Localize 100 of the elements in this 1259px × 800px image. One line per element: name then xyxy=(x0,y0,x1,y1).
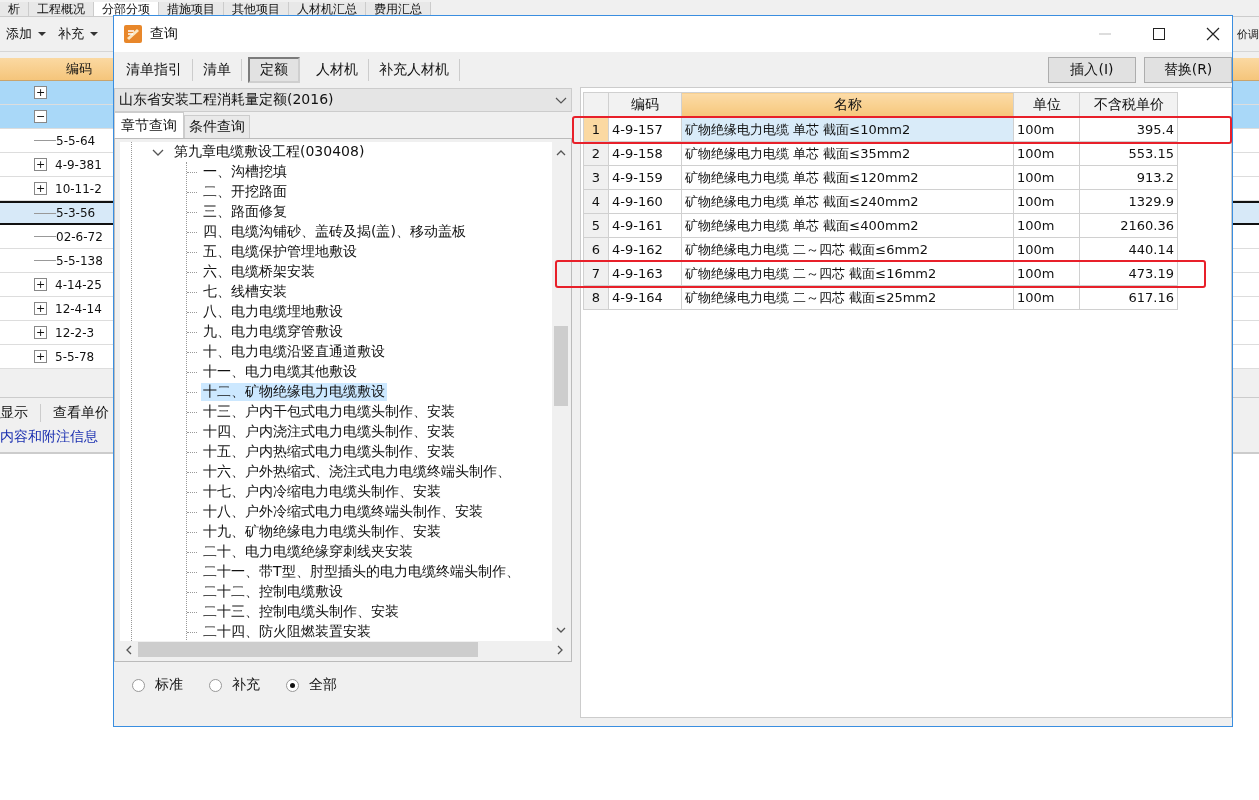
name-text: 矿物绝缘电力电缆 单芯 截面≤10mm2 xyxy=(685,121,911,137)
close-icon[interactable] xyxy=(1206,27,1220,41)
tab[interactable]: 清单指引 xyxy=(116,59,193,81)
library-dropdown[interactable]: 山东省安装工程消耗量定额(2016) xyxy=(114,88,572,112)
tree-node[interactable]: 六、电缆桥架安装 xyxy=(201,263,317,281)
row-number: 7 xyxy=(583,261,609,286)
scroll-thumb[interactable] xyxy=(553,326,568,406)
column-header[interactable]: 不含税单价 xyxy=(1079,92,1178,118)
info-link[interactable]: 内容和附注信息 xyxy=(0,428,98,444)
tree-node[interactable]: 十九、矿物绝缘电力电缆头制作、安装 xyxy=(201,523,443,541)
chevron-left-icon[interactable] xyxy=(126,644,132,655)
radio-option[interactable]: 全部 xyxy=(286,676,337,694)
table-cell: 553.15 xyxy=(1079,141,1178,166)
tree-node[interactable]: 十八、户外冷缩式电力电缆终端头制作、安装 xyxy=(201,503,485,521)
tab[interactable]: 补充人材机 xyxy=(369,59,460,81)
radio-button[interactable] xyxy=(132,678,145,692)
tree-node[interactable]: 九、电力电缆穿管敷设 xyxy=(201,323,345,341)
toolbar-dropdown-button[interactable]: 补充 xyxy=(58,25,98,43)
code-cell: 5-5-138 xyxy=(56,253,103,268)
tree-node[interactable]: 三、路面修复 xyxy=(201,203,289,221)
tree-connector-line xyxy=(34,212,56,214)
code-cell: 5-3-56 xyxy=(56,206,96,220)
expand-toggle[interactable]: + xyxy=(34,302,47,315)
toolbar-button[interactable]: 显示 xyxy=(0,404,41,422)
tree-node[interactable]: 二十二、控制电缆敷设 xyxy=(201,583,345,601)
action-button[interactable]: 插入(I) xyxy=(1048,57,1136,83)
tab[interactable]: 人材机 xyxy=(306,59,369,81)
expand-toggle[interactable]: + xyxy=(34,350,47,363)
code-cell: 5-5-64 xyxy=(56,133,96,148)
chevron-right-icon[interactable] xyxy=(557,644,563,655)
table-cell: 100m xyxy=(1013,141,1080,166)
tree-node[interactable]: 十七、户内冷缩电力电缆头制作、安装 xyxy=(201,483,443,501)
tree-node[interactable]: 二十一、带T型、肘型插头的电力电缆终端头制作、 xyxy=(201,563,522,581)
tree-connector-line xyxy=(34,140,56,141)
app-tab[interactable]: 分部分项 xyxy=(94,2,159,16)
chevron-down-icon[interactable] xyxy=(152,148,164,156)
row-number: 3 xyxy=(583,165,609,190)
table-cell: 100m xyxy=(1013,213,1080,238)
app-tab[interactable]: 人材机汇总 xyxy=(289,2,366,16)
tree-node[interactable]: 十五、户内热缩式电力电缆头制作、安装 xyxy=(201,443,457,461)
vertical-scrollbar[interactable] xyxy=(552,142,569,641)
expand-toggle[interactable]: + xyxy=(34,86,47,99)
tree-node[interactable]: 十四、户内浇注式电力电缆头制作、安装 xyxy=(201,423,457,441)
code-cell: 12-4-14 xyxy=(55,301,102,316)
tree-node[interactable]: 一、沟槽挖填 xyxy=(201,163,289,181)
name-text: 矿物绝缘电力电缆 单芯 截面≤400mm2 xyxy=(685,217,919,233)
subtab[interactable]: 章节查询 xyxy=(114,112,184,138)
tree-node[interactable]: 二十、电力电缆绝缘穿刺线夹安装 xyxy=(201,543,415,561)
tab[interactable]: 定额 xyxy=(248,57,300,83)
radio-button[interactable] xyxy=(286,678,299,692)
row-number: 4 xyxy=(583,189,609,214)
tree-node[interactable]: 五、电缆保护管埋地敷设 xyxy=(201,243,359,261)
scroll-thumb[interactable] xyxy=(138,642,478,657)
chevron-down-icon[interactable] xyxy=(555,627,566,633)
caret-icon xyxy=(90,32,98,36)
tree-node[interactable]: 八、电力电缆埋地敷设 xyxy=(201,303,345,321)
table-cell: 100m xyxy=(1013,165,1080,190)
tree-node[interactable]: 第九章电缆敷设工程(030408) xyxy=(172,143,367,161)
tree-node[interactable]: 四、电缆沟铺砂、盖砖及揭(盖)、移动盖板 xyxy=(201,223,468,241)
table-cell: 4-9-159 xyxy=(608,165,682,190)
table-cell: 100m xyxy=(1013,189,1080,214)
table-cell: 4-9-161 xyxy=(608,213,682,238)
expand-toggle[interactable]: + xyxy=(34,278,47,291)
toolbar-dropdown-button[interactable]: 添加 xyxy=(6,25,46,43)
tree-node[interactable]: 十三、户内干包式电力电缆头制作、安装 xyxy=(201,403,457,421)
table-cell: 4-9-164 xyxy=(608,285,682,310)
subtab[interactable]: 条件查询 xyxy=(184,115,250,138)
table-cell: 913.2 xyxy=(1079,165,1178,190)
expand-toggle[interactable]: − xyxy=(34,110,47,123)
app-tab[interactable]: 措施项目 xyxy=(159,2,224,16)
tree-node[interactable]: 二、开挖路面 xyxy=(201,183,289,201)
tree-node[interactable]: 十六、户外热缩式、浇注式电力电缆终端头制作、 xyxy=(201,463,513,481)
radio-button[interactable] xyxy=(209,678,222,692)
tree-node[interactable]: 二十四、防火阻燃装置安装 xyxy=(201,623,373,641)
expand-toggle[interactable]: + xyxy=(34,182,47,195)
column-header[interactable]: 名称 xyxy=(681,92,1014,118)
action-button[interactable]: 替换(R) xyxy=(1144,57,1232,83)
code-cell: 02-6-72 xyxy=(56,229,103,244)
app-tab[interactable]: 其他项目 xyxy=(224,2,289,16)
tree-node[interactable]: 十、电力电缆沿竖直通道敷设 xyxy=(201,343,387,361)
corner-cell xyxy=(583,92,609,118)
app-tab[interactable]: 析 xyxy=(0,2,29,16)
code-cell: 12-2-3 xyxy=(55,325,95,340)
app-tab[interactable]: 工程概况 xyxy=(29,2,94,16)
name-text: 矿物绝缘电力电缆 单芯 截面≤120mm2 xyxy=(685,169,919,185)
tree-node[interactable]: 二十三、控制电缆头制作、安装 xyxy=(201,603,401,621)
app-tab[interactable]: 费用汇总 xyxy=(366,2,431,16)
radio-option[interactable]: 标准 xyxy=(132,676,183,694)
tree-node[interactable]: 七、线槽安装 xyxy=(201,283,289,301)
chevron-up-icon[interactable] xyxy=(555,150,566,156)
expand-toggle[interactable]: + xyxy=(34,158,47,171)
toolbar-label[interactable]: 价调 xyxy=(1237,26,1259,42)
tree-node[interactable]: 十二、矿物绝缘电力电缆敷设 xyxy=(201,383,387,401)
tab[interactable]: 清单 xyxy=(193,59,242,81)
maximize-icon[interactable] xyxy=(1152,27,1166,41)
tree-node[interactable]: 十一、电力电缆其他敷设 xyxy=(201,363,359,381)
code-cell: 10-11-2 xyxy=(55,181,102,196)
row-number: 5 xyxy=(583,213,609,238)
radio-option[interactable]: 补充 xyxy=(209,676,260,694)
expand-toggle[interactable]: + xyxy=(34,326,47,339)
